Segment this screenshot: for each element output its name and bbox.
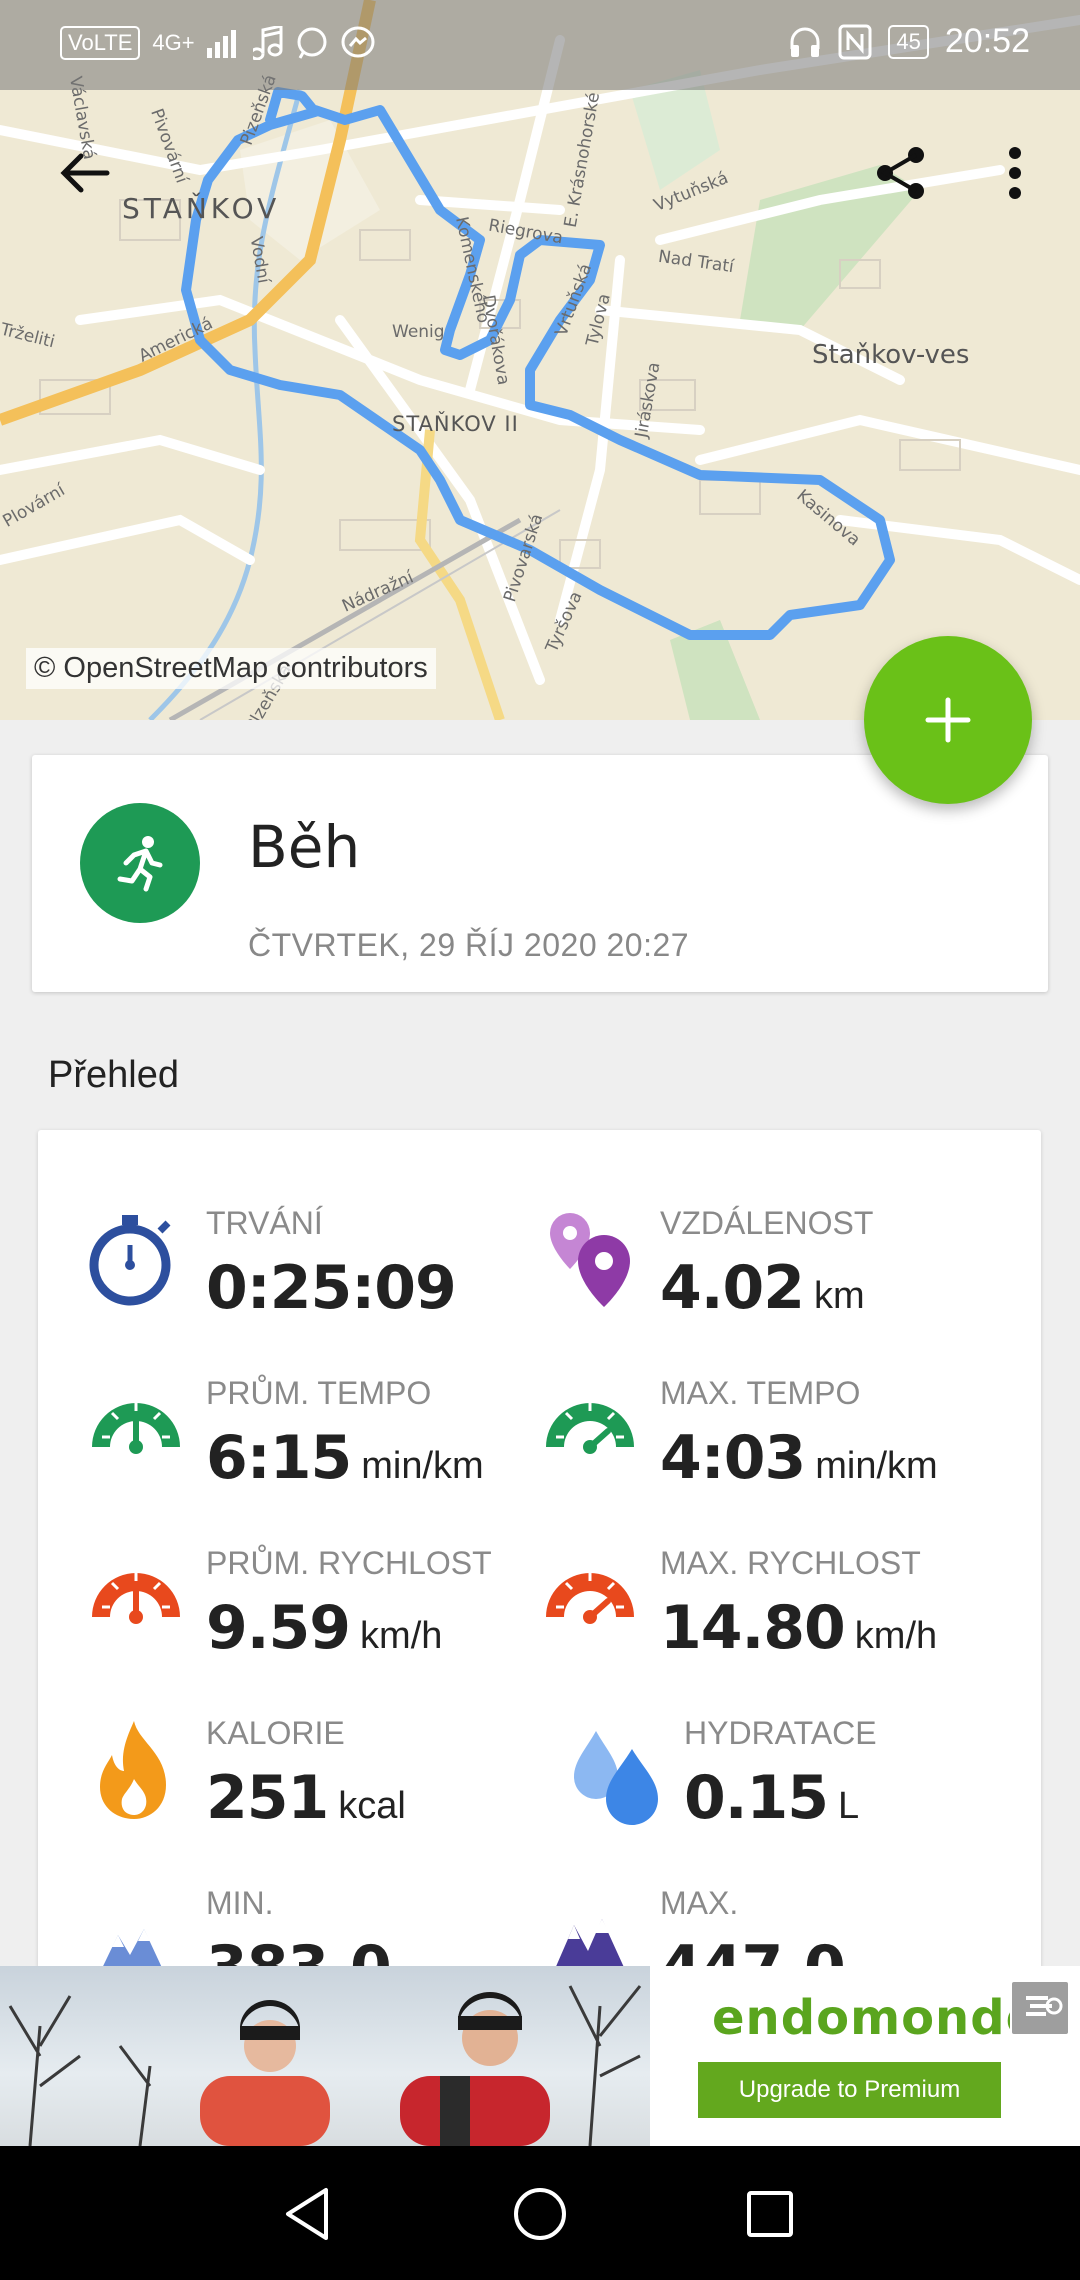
status-bar: VoLTE 4G+ 45 20:52 <box>0 0 1080 90</box>
workout-summary-card: Běh ČTVRTEK, 29 ŘÍJ 2020 20:27 <box>32 755 1048 992</box>
stat-label: MAX. TEMPO <box>660 1375 861 1411</box>
stat-value: 4:03 <box>660 1423 806 1493</box>
add-button[interactable] <box>864 636 1032 804</box>
route-map[interactable]: STAŇKOV STAŇKOV II Staňkov-ves Americká … <box>0 0 1080 720</box>
more-options-button[interactable] <box>980 138 1050 208</box>
map-label-town-part2: STAŇKOV II <box>392 412 519 436</box>
stopwatch-icon <box>89 1215 171 1306</box>
stat-unit: min/km <box>361 1445 484 1487</box>
stat-unit: min/km <box>815 1445 938 1487</box>
max-speed-gauge-icon <box>546 1573 634 1624</box>
stat-label: PRŮM. RYCHLOST <box>206 1545 492 1581</box>
running-icon <box>117 836 163 892</box>
stat-label: MAX. RYCHLOST <box>660 1545 921 1581</box>
battery-level: 45 <box>888 24 929 59</box>
plus-icon <box>925 697 971 743</box>
map-label-village: Staňkov-ves <box>812 340 970 370</box>
stat-avg-speed: PRŮM. RYCHLOST 9.59 km/h <box>88 1545 528 1695</box>
overview-heading: Přehled <box>48 1054 179 1096</box>
clock: 20:52 <box>944 22 1030 60</box>
ad-close-button[interactable] <box>1010 1980 1070 2036</box>
stat-distance: VZDÁLENOST 4.02 km <box>542 1205 1022 1355</box>
stat-label: KALORIE <box>206 1715 345 1751</box>
stat-label: VZDÁLENOST <box>660 1205 874 1241</box>
arrow-back-icon <box>60 153 110 193</box>
network-type: 4G+ <box>152 30 195 55</box>
system-nav-bar <box>0 2146 1080 2280</box>
stat-value: 4.02 <box>660 1253 805 1323</box>
map-attribution[interactable]: © OpenStreetMap contributors <box>26 648 436 689</box>
whatsapp-icon <box>297 27 327 59</box>
stat-label: MAX. <box>660 1885 739 1921</box>
stat-value: 14.80 <box>660 1593 846 1663</box>
stat-hydration: HYDRATACE 0.15 L <box>566 1715 1022 1865</box>
sport-name: Běh <box>248 813 361 881</box>
nfc-icon <box>838 24 872 59</box>
volte-indicator: VoLTE <box>60 26 141 60</box>
ad-brand-logo: endomondo <box>712 1990 1040 2046</box>
stat-label: PRŮM. TEMPO <box>206 1375 432 1411</box>
stat-value: 6:15 <box>206 1423 352 1493</box>
workout-date: ČTVRTEK, 29 ŘÍJ 2020 20:27 <box>248 927 690 963</box>
stat-value: 383.0 <box>206 1933 392 1970</box>
stat-min-altitude: MIN. 383.0 <box>88 1885 528 1970</box>
stat-value: 0.15 <box>684 1763 829 1833</box>
stat-avg-pace: PRŮM. TEMPO 6:15 min/km <box>88 1375 528 1525</box>
music-note-icon <box>252 26 283 60</box>
nav-home-icon[interactable] <box>510 2184 570 2244</box>
share-icon <box>877 147 924 199</box>
upgrade-premium-button[interactable]: Upgrade to Premium <box>698 2062 1001 2118</box>
more-vert-icon <box>1009 147 1021 199</box>
nav-recents-icon[interactable] <box>740 2184 800 2244</box>
min-altitude-mountain-icon <box>101 1929 164 1970</box>
map-street-label: Wenig <box>392 322 445 342</box>
stat-max-pace: MAX. TEMPO 4:03 min/km <box>542 1375 1022 1525</box>
ad-photo <box>0 1966 650 2146</box>
stat-unit: kcal <box>338 1785 406 1827</box>
stat-duration: TRVÁNÍ 0:25:09 <box>88 1205 528 1355</box>
share-button[interactable] <box>866 138 936 208</box>
max-altitude-mountain-icon <box>554 1919 626 1970</box>
stat-calories: KALORIE 251 kcal <box>88 1715 528 1865</box>
avg-speed-gauge-icon <box>92 1573 180 1624</box>
ad-badge-icon <box>1026 1996 1063 2016</box>
signal-icon <box>206 30 236 58</box>
stat-unit: L <box>838 1785 860 1827</box>
water-drops-icon <box>574 1731 658 1825</box>
stat-value: 251 <box>206 1763 329 1833</box>
avg-pace-gauge-icon <box>92 1403 180 1454</box>
stat-unit: km/h <box>854 1615 938 1657</box>
flame-icon <box>100 1721 166 1819</box>
nav-back-icon[interactable] <box>280 2184 340 2244</box>
stat-max-altitude: MAX. 447.0 <box>542 1885 1022 1970</box>
messenger-icon <box>341 26 375 58</box>
stat-max-speed: MAX. RYCHLOST 14.80 km/h <box>542 1545 1022 1695</box>
max-pace-gauge-icon <box>546 1403 634 1454</box>
sport-badge <box>80 803 200 923</box>
stat-unit: km <box>814 1275 865 1317</box>
stat-value: 447.0 <box>660 1933 846 1970</box>
distance-pins-icon <box>550 1213 630 1307</box>
stat-label: HYDRATACE <box>684 1715 877 1751</box>
stat-value: 0:25:09 <box>206 1253 457 1323</box>
stat-label: MIN. <box>206 1885 274 1921</box>
ad-banner[interactable]: endomondo Upgrade to Premium <box>0 1966 1080 2146</box>
headphones-icon <box>790 27 820 57</box>
back-button[interactable] <box>50 138 120 208</box>
overview-stats-card: TRVÁNÍ 0:25:09 VZDÁLENOST 4.02 km PRŮM. T… <box>38 1130 1041 1970</box>
stat-value: 9.59 <box>206 1593 351 1663</box>
stat-label: TRVÁNÍ <box>206 1205 323 1241</box>
map-label-town: STAŇKOV <box>122 192 281 225</box>
stat-unit: km/h <box>360 1615 443 1657</box>
